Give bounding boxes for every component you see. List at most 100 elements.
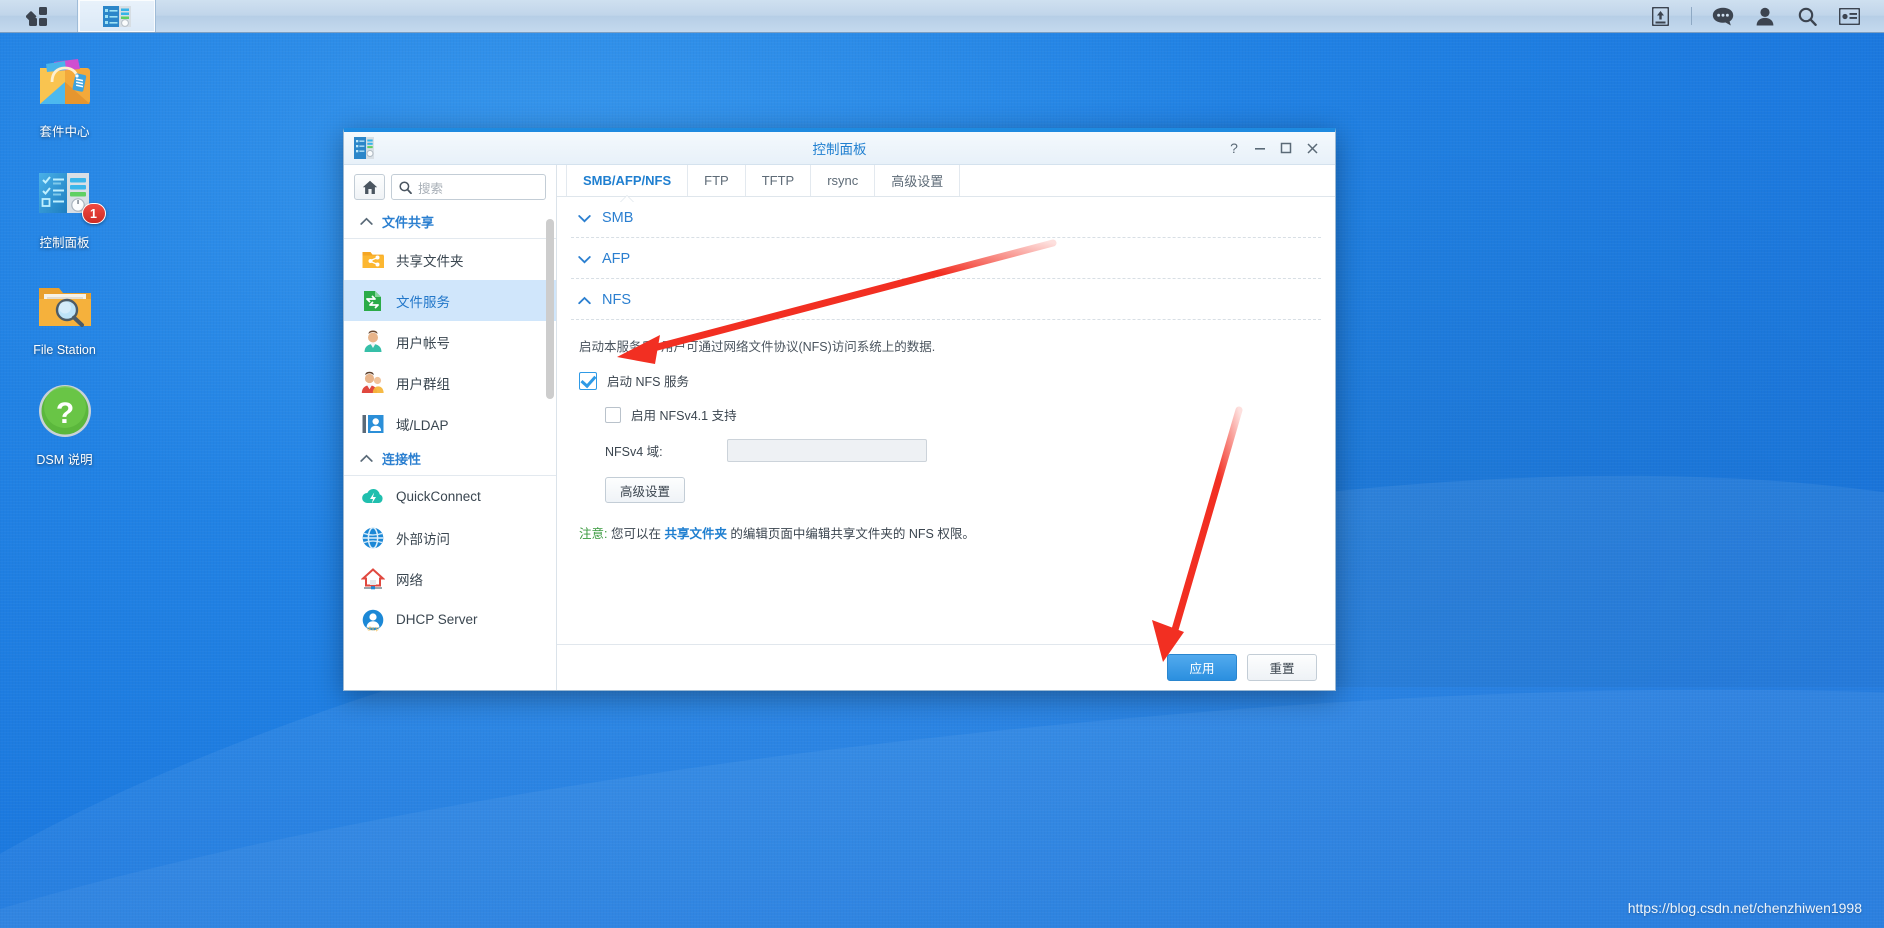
svg-text:?: ? <box>55 397 73 430</box>
desktop-icon-package-center[interactable]: 套件中心 <box>12 52 117 140</box>
control-panel-icon <box>103 5 131 27</box>
sidebar-item-dhcp-server[interactable]: dhcp DHCP Server <box>344 599 556 640</box>
sidebar-search-box[interactable]: 搜索 <box>391 174 546 200</box>
tab-tftp[interactable]: TFTP <box>746 165 812 196</box>
control-panel-icon-wrap: 1 <box>34 163 106 225</box>
note-text-after: 的编辑页面中编辑共享文件夹的 NFS 权限。 <box>726 527 975 541</box>
taskbar-separator <box>1691 7 1692 25</box>
shared-folder-icon <box>362 251 384 268</box>
sidebar-item-label: 文件服务 <box>396 294 450 310</box>
enable-nfs-row: 启动 NFS 服务 <box>579 371 1313 390</box>
chevron-down-icon <box>578 255 591 263</box>
shared-folder-link[interactable]: 共享文件夹 <box>664 527 727 541</box>
search-icon <box>399 180 412 194</box>
apply-button[interactable]: 应用 <box>1167 654 1237 681</box>
sidebar-item-network[interactable]: 网络 <box>344 558 556 599</box>
window-controls: ? <box>1221 135 1335 161</box>
domain-ldap-icon <box>362 414 384 433</box>
dhcp-server-icon: dhcp <box>362 609 384 632</box>
sidebar-home-button[interactable] <box>354 174 385 200</box>
file-station-icon <box>38 288 91 327</box>
sidebar-item-shared-folder[interactable]: 共享文件夹 <box>344 239 556 280</box>
sidebar-scrollbar-thumb[interactable] <box>546 219 554 399</box>
desktop-icon-list: 套件中心 1 控制面板 File Station ? DSM 说明 <box>12 52 117 491</box>
sidebar-group-connectivity[interactable]: 连接性 <box>344 444 556 476</box>
chevron-up-icon <box>578 296 591 304</box>
notifications-button[interactable] <box>1702 0 1744 33</box>
sidebar-item-user-account[interactable]: 用户帐号 <box>344 321 556 362</box>
home-icon <box>362 180 377 194</box>
sidebar-scroll-area: 文件共享 共享文件夹 文件服务 用户帐号 用户群组 域/LDAP 连接性 Qui… <box>344 207 556 690</box>
magnifier-icon <box>1798 7 1817 26</box>
maximize-icon <box>1280 142 1292 154</box>
nfsv4-domain-input[interactable] <box>727 439 927 462</box>
desktop-icon-file-station[interactable]: File Station <box>12 274 117 357</box>
sidebar-group-label: 连接性 <box>382 452 422 467</box>
enable-nfsv41-label: 启用 NFSv4.1 支持 <box>631 409 737 423</box>
sidebar-item-label: 网络 <box>396 572 423 588</box>
reset-button[interactable]: 重置 <box>1247 654 1317 681</box>
section-title: SMB <box>602 210 634 226</box>
close-button[interactable] <box>1299 135 1325 161</box>
network-icon <box>361 567 385 589</box>
window-body: 搜索 文件共享 共享文件夹 文件服务 用户帐号 用户群组 域/LDAP 连接性 … <box>344 165 1335 690</box>
sidebar-item-domain-ldap[interactable]: 域/LDAP <box>344 403 556 444</box>
settings-panel: SMB AFP NFS 启动本服务后, 用户可通过网络文件协议(NFS)访问系统… <box>557 197 1335 644</box>
desktop-icon-dsm-help[interactable]: ? DSM 说明 <box>12 380 117 468</box>
sidebar-item-user-group[interactable]: 用户群组 <box>344 362 556 403</box>
taskbar-control-panel-button[interactable] <box>78 0 156 32</box>
window-footer: 应用 重置 <box>557 644 1335 690</box>
package-center-icon-wrap <box>34 52 96 114</box>
sidebar: 搜索 文件共享 共享文件夹 文件服务 用户帐号 用户群组 域/LDAP 连接性 … <box>344 165 557 690</box>
desktop-icon-label: DSM 说明 <box>36 453 93 467</box>
enable-nfs-label: 启动 NFS 服务 <box>607 375 689 389</box>
maximize-button[interactable] <box>1273 135 1299 161</box>
upload-icon <box>1651 6 1669 26</box>
taskbar <box>0 0 1884 33</box>
sidebar-group-file-sharing[interactable]: 文件共享 <box>344 207 556 239</box>
section-header-afp[interactable]: AFP <box>571 238 1321 279</box>
sidebar-item-file-services[interactable]: 文件服务 <box>344 280 556 321</box>
enable-nfs-checkbox[interactable] <box>579 371 597 390</box>
sidebar-item-label: 用户帐号 <box>396 335 450 351</box>
tab-ftp[interactable]: FTP <box>688 165 746 196</box>
desktop-icon-label: File Station <box>33 343 96 357</box>
chevron-down-icon <box>578 214 591 222</box>
chat-bubble-icon <box>1712 7 1734 25</box>
quickconnect-icon <box>362 488 383 503</box>
section-header-smb[interactable]: SMB <box>571 197 1321 238</box>
section-header-nfs[interactable]: NFS <box>571 279 1321 320</box>
sidebar-item-label: 共享文件夹 <box>396 253 464 269</box>
note-text-before: 您可以在 <box>607 527 665 541</box>
sidebar-item-external-access[interactable]: 外部访问 <box>344 517 556 558</box>
user-menu-button[interactable] <box>1744 0 1786 33</box>
sidebar-item-quickconnect[interactable]: QuickConnect <box>344 476 556 517</box>
minimize-button[interactable] <box>1247 135 1273 161</box>
close-icon <box>1306 142 1318 154</box>
tab-advanced-settings[interactable]: 高级设置 <box>875 165 961 196</box>
help-question-icon: ? <box>38 385 91 437</box>
help-button[interactable]: ? <box>1221 135 1247 161</box>
user-group-icon <box>361 371 384 393</box>
search-button[interactable] <box>1786 0 1828 33</box>
nfsv4-domain-label: NFSv4 域: <box>605 445 663 459</box>
desktop-icon-label: 控制面板 <box>39 236 90 250</box>
search-input[interactable]: 搜索 <box>418 178 443 197</box>
upload-queue-button[interactable] <box>1639 0 1681 33</box>
window-title: 控制面板 <box>812 142 867 157</box>
grid-menu-icon <box>25 7 47 26</box>
enable-nfsv41-checkbox[interactable] <box>605 406 621 423</box>
file-services-icon <box>364 290 381 311</box>
nfs-note: 注意: 您可以在 共享文件夹 的编辑页面中编辑共享文件夹的 NFS 权限。 <box>579 523 1313 542</box>
sidebar-toolbar: 搜索 <box>344 165 556 207</box>
tab-smb-afp-nfs[interactable]: SMB/AFP/NFS <box>566 165 689 196</box>
advanced-settings-button[interactable]: 高级设置 <box>605 477 686 503</box>
window-titlebar[interactable]: 控制面板 ? <box>344 132 1335 165</box>
widget-panel-icon <box>1838 7 1860 25</box>
watermark: https://blog.csdn.net/chenzhiwen1998 <box>1627 900 1862 916</box>
desktop-icon-label: 套件中心 <box>39 125 90 139</box>
desktop-icon-control-panel[interactable]: 1 控制面板 <box>12 163 117 251</box>
main-menu-button[interactable] <box>0 0 78 32</box>
tab-rsync[interactable]: rsync <box>811 165 876 196</box>
widgets-button[interactable] <box>1828 0 1870 33</box>
